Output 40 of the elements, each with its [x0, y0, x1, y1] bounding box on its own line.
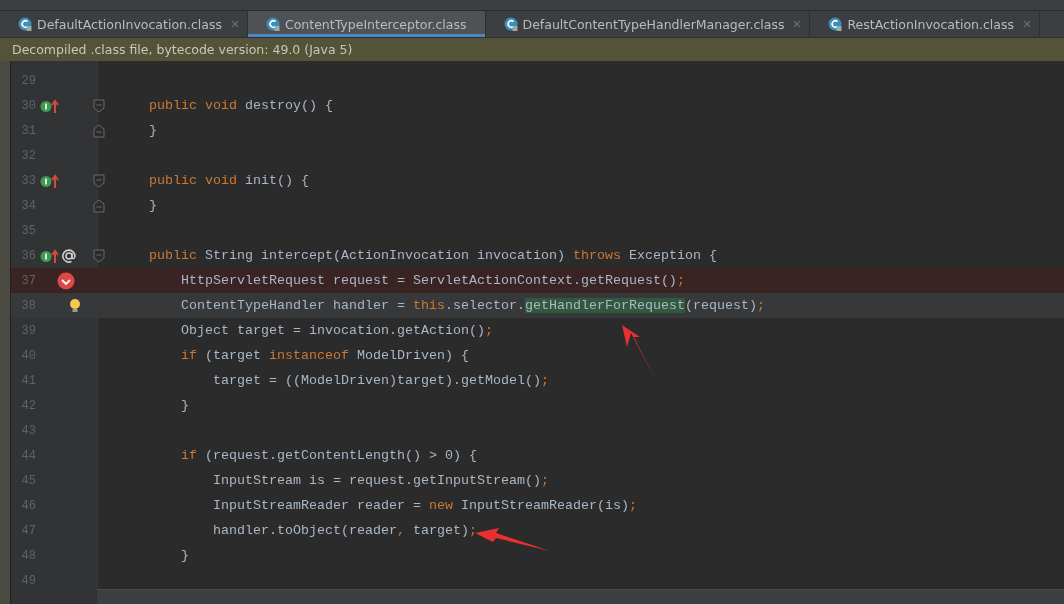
file-tab[interactable]: RestActionInvocation.class: [810, 11, 1040, 37]
code-line: }: [148, 123, 157, 138]
code-line: ContentTypeHandler handler = this.selector.getHandlerForRequest(request);: [180, 298, 765, 313]
at-sign-icon[interactable]: [61, 247, 77, 264]
code-line: public void destroy() {: [148, 98, 333, 113]
code-line: }: [180, 548, 189, 563]
code-line: HttpServletRequest request = ServletActionContext.getRequest();: [180, 273, 685, 288]
line-number: 37: [20, 273, 36, 288]
fold-icon[interactable]: [93, 123, 105, 138]
file-tab[interactable]: ContentTypeInterceptor.class: [247, 11, 486, 37]
code-line: public void init() {: [148, 173, 309, 188]
code-line: }: [148, 198, 157, 213]
close-icon[interactable]: [1023, 20, 1031, 28]
file-tab[interactable]: DefaultContentTypeHandlerManager.class: [485, 11, 811, 37]
fold-icon[interactable]: [93, 248, 105, 263]
code-line: InputStream is = request.getInputStream();: [211, 473, 549, 488]
code-line: InputStreamReader reader = new InputStreamReader(is);: [211, 498, 637, 513]
implements-icon[interactable]: [39, 97, 59, 114]
code-line: }: [180, 398, 189, 413]
code-line: Object target = invocation.getAction();: [180, 323, 493, 338]
implements-icon[interactable]: [39, 172, 59, 189]
lightbulb-icon[interactable]: [69, 297, 81, 314]
class-file-icon: [503, 17, 518, 31]
fold-icon[interactable]: [93, 98, 105, 113]
file-tab[interactable]: DefaultActionInvocation.class: [0, 11, 248, 37]
breakpoint-icon[interactable]: [57, 271, 75, 290]
code-line: if (target instanceof ModelDriven) {: [180, 348, 469, 363]
class-file-icon: [265, 17, 280, 31]
fold-icon[interactable]: [93, 198, 105, 213]
close-icon[interactable]: [793, 20, 802, 28]
code-line: handler.toObject(reader, target);: [211, 523, 477, 538]
banner-text: Decompiled .class file, bytecode version: 49.0 (Java 5): [12, 42, 353, 57]
class-file-icon: [18, 17, 32, 31]
class-file-icon: [828, 17, 843, 31]
code-line: if (request.getContentLength() > 0) {: [180, 448, 477, 463]
implements-icon[interactable]: [39, 247, 59, 264]
fold-icon[interactable]: [93, 173, 105, 188]
code-line: public String intercept(ActionInvocation invocation) throws Exception {: [148, 248, 717, 263]
close-icon[interactable]: [230, 20, 239, 28]
code-line: target = ((ModelDriven)target).getModel();: [211, 373, 549, 388]
